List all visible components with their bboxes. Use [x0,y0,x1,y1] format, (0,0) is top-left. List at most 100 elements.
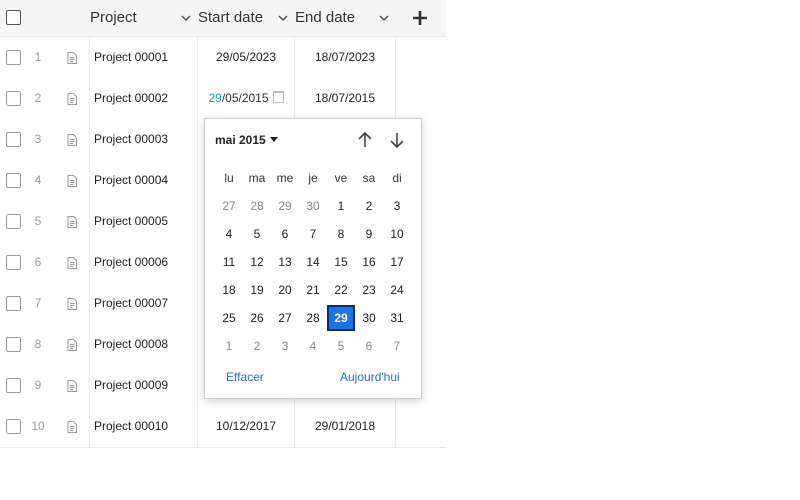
document-icon[interactable] [67,216,77,228]
chevron-down-icon[interactable] [278,13,288,23]
project-name-cell[interactable]: Project 00008 [94,324,168,365]
calendar-day[interactable]: 10 [383,221,411,247]
end-date-cell[interactable]: 18/07/2023 [296,37,394,78]
calendar-day[interactable]: 25 [215,305,243,331]
project-name-cell[interactable]: Project 00001 [94,37,168,78]
row-number: 7 [34,296,42,310]
calendar-day[interactable]: 8 [327,221,355,247]
document-icon[interactable] [67,380,77,392]
calendar-day[interactable]: 27 [215,193,243,219]
calendar-day[interactable]: 3 [383,193,411,219]
calendar-day[interactable]: 9 [355,221,383,247]
row-checkbox[interactable] [6,337,21,352]
table-row[interactable]: 2 Project 00002 29/05/2015 18/07/2015 [0,78,446,120]
calendar-day[interactable]: 13 [271,249,299,275]
calendar-day[interactable]: 23 [355,277,383,303]
start-date-column-header[interactable]: Start date [198,0,263,36]
arrow-down-icon[interactable] [386,129,408,151]
calendar-day[interactable]: 22 [327,277,355,303]
project-name-cell[interactable]: Project 00005 [94,201,168,242]
document-icon[interactable] [67,298,77,310]
calendar-day[interactable]: 5 [243,221,271,247]
start-date-cell[interactable]: 10/12/2017 [198,406,294,447]
row-checkbox[interactable] [6,419,21,434]
project-name-cell[interactable]: Project 00003 [94,119,168,160]
calendar-day[interactable]: 2 [243,333,271,359]
calendar-day[interactable]: 1 [215,333,243,359]
plus-icon[interactable] [412,10,428,26]
today-button[interactable]: Aujourd'hui [340,370,400,384]
project-name-cell[interactable]: Project 00007 [94,283,168,324]
calendar-day[interactable]: 29 [271,193,299,219]
document-icon[interactable] [67,175,77,187]
row-checkbox[interactable] [6,132,21,147]
calendar-day[interactable]: 5 [327,333,355,359]
calendar-day[interactable]: 28 [299,305,327,331]
start-date-input[interactable]: 29/05/2015 [198,78,294,119]
row-number: 4 [34,173,42,187]
calendar-day[interactable]: 7 [383,333,411,359]
calendar-day[interactable]: 26 [243,305,271,331]
project-name-cell[interactable]: Project 00002 [94,78,168,119]
end-date-cell[interactable]: 18/07/2015 [296,78,394,119]
calendar-day[interactable]: 17 [383,249,411,275]
project-name-cell[interactable]: Project 00006 [94,242,168,283]
table-row[interactable]: 10 Project 00010 10/12/2017 29/01/2018 [0,406,446,448]
arrow-up-icon[interactable] [354,129,376,151]
weekday-label: ma [248,171,266,185]
end-date-column-header[interactable]: End date [295,0,355,36]
document-icon[interactable] [67,257,77,269]
table-row[interactable]: 1 Project 00001 29/05/2023 18/07/2023 [0,37,446,79]
calendar-icon[interactable] [272,91,284,103]
calendar-day[interactable]: 18 [215,277,243,303]
start-date-cell[interactable]: 29/05/2023 [198,37,294,78]
calendar-day[interactable]: 15 [327,249,355,275]
calendar-day[interactable]: 1 [327,193,355,219]
select-all-checkbox[interactable] [6,10,21,25]
document-icon[interactable] [67,339,77,351]
calendar-day[interactable]: 20 [271,277,299,303]
row-checkbox[interactable] [6,173,21,188]
column-divider [294,78,295,119]
calendar-day[interactable]: 21 [299,277,327,303]
chevron-down-icon[interactable] [181,13,191,23]
calendar-day[interactable]: 6 [355,333,383,359]
row-checkbox[interactable] [6,296,21,311]
calendar-day[interactable]: 30 [299,193,327,219]
calendar-day[interactable]: 4 [215,221,243,247]
end-date-cell[interactable]: 29/01/2018 [296,406,394,447]
document-icon[interactable] [67,421,77,433]
calendar-day[interactable]: 3 [271,333,299,359]
calendar-day[interactable]: 7 [299,221,327,247]
calendar-day-selected[interactable]: 29 [327,305,355,331]
calendar-day[interactable]: 14 [299,249,327,275]
document-icon[interactable] [67,134,77,146]
document-icon[interactable] [67,52,77,64]
calendar-day[interactable]: 11 [215,249,243,275]
row-checkbox[interactable] [6,91,21,106]
row-checkbox[interactable] [6,50,21,65]
row-checkbox[interactable] [6,214,21,229]
calendar-day[interactable]: 12 [243,249,271,275]
row-checkbox[interactable] [6,255,21,270]
calendar-day[interactable]: 4 [299,333,327,359]
calendar-day[interactable]: 24 [383,277,411,303]
project-name-cell[interactable]: Project 00010 [94,406,168,447]
project-name-cell[interactable]: Project 00004 [94,160,168,201]
calendar-day[interactable]: 28 [243,193,271,219]
project-column-header[interactable]: Project [90,0,137,36]
calendar-day[interactable]: 31 [383,305,411,331]
row-checkbox[interactable] [6,378,21,393]
document-icon[interactable] [67,93,77,105]
row-number: 5 [34,214,42,228]
chevron-down-icon[interactable] [379,13,389,23]
calendar-day[interactable]: 6 [271,221,299,247]
calendar-day[interactable]: 19 [243,277,271,303]
clear-button[interactable]: Effacer [226,370,264,384]
month-year-selector[interactable]: mai 2015 [215,133,278,147]
calendar-day[interactable]: 2 [355,193,383,219]
calendar-day[interactable]: 30 [355,305,383,331]
project-name-cell[interactable]: Project 00009 [94,365,168,406]
calendar-day[interactable]: 16 [355,249,383,275]
calendar-day[interactable]: 27 [271,305,299,331]
